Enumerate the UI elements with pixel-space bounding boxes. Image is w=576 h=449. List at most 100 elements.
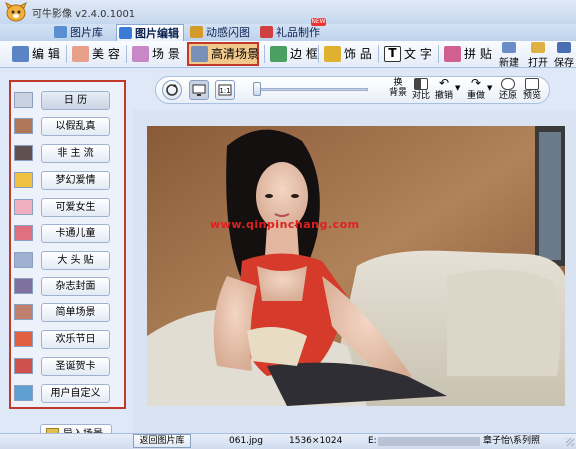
toolbar-beauty-button[interactable]: 美 容 [70, 43, 120, 65]
scene-item-non-mainstream: 非 主 流 [13, 143, 124, 163]
scene-button[interactable]: 梦幻爱情 [41, 171, 110, 190]
toolbar-edit-button[interactable]: 编 辑 [10, 43, 60, 65]
resize-grip-icon[interactable] [566, 438, 574, 446]
toolbar-scene-button[interactable]: 场 景 [130, 43, 180, 65]
scene-button[interactable]: 欢乐节日 [41, 330, 110, 349]
actual-size-button[interactable]: 1:1 [215, 80, 235, 100]
undo-dropdown-icon[interactable]: ▼ [455, 84, 460, 92]
tab-gift[interactable]: 礼品制作 [258, 24, 324, 41]
frame-icon [270, 46, 287, 62]
scene-item-photo-sticker: 大 头 贴 [13, 250, 124, 270]
scene-item-cute-girl: 可爱女生 [13, 197, 124, 217]
divider [66, 45, 67, 63]
redo-icon: ↷ [470, 76, 482, 90]
zoom-slider-track[interactable] [258, 88, 368, 91]
tab-label: 图片库 [70, 26, 103, 39]
redo-dropdown-icon[interactable]: ▼ [487, 84, 492, 92]
file-path-blurred [378, 437, 480, 446]
file-name: 061.jpg [229, 436, 263, 446]
toolbar-text-button[interactable]: T 文 字 [382, 43, 432, 65]
open-button[interactable]: 打开 [523, 42, 553, 69]
restore-button[interactable]: 还原 [497, 78, 519, 102]
rotate-button[interactable] [162, 80, 182, 100]
fit-screen-button[interactable] [189, 80, 209, 100]
action-label: 对比 [411, 91, 430, 101]
app-title: 可牛影像 v2.4.0.1001 [32, 9, 136, 20]
scene-button[interactable]: 用户自定义 [41, 384, 110, 403]
gift-icon [260, 26, 273, 38]
save-icon [557, 42, 571, 53]
holiday-thumbnail-icon [14, 331, 33, 347]
scene-button[interactable]: 大 头 贴 [41, 251, 110, 270]
decoration-icon [324, 46, 341, 62]
toolbar-hd-scene-button[interactable]: 高清场景 [187, 42, 259, 66]
scene-button[interactable]: 以假乱真 [41, 117, 110, 136]
scene-item-holiday: 欢乐节日 [13, 329, 124, 349]
tab-flash-image[interactable]: 动感闪图 [188, 24, 254, 41]
scene-button[interactable]: 简单场景 [41, 303, 110, 322]
toolbar-label: 拼 贴 [464, 47, 492, 61]
hd-scene-icon [191, 46, 208, 62]
action-label: 背景 [388, 88, 407, 98]
new-badge: NEW [311, 18, 326, 26]
divider [438, 45, 439, 63]
scene-button[interactable]: 圣诞贺卡 [41, 357, 110, 376]
scene-button[interactable]: 日 历 [41, 91, 110, 110]
toolbar-decoration-button[interactable]: 饰 品 [322, 43, 372, 65]
collage-icon [444, 46, 461, 62]
divider [318, 45, 319, 63]
toolbar-label: 场 景 [152, 47, 180, 61]
save-button[interactable]: 保存 [552, 42, 576, 69]
action-label: 换 [393, 78, 403, 88]
scene-item-cartoon-kids: 卡通儿童 [13, 223, 124, 243]
open-label: 打开 [528, 58, 548, 69]
tab-label: 图片编辑 [135, 27, 179, 40]
toolbar-frame-button[interactable]: 边 框 [268, 43, 318, 65]
save-label: 保存 [554, 58, 574, 69]
tab-image-edit[interactable]: 图片编辑 [116, 24, 184, 42]
non-mainstream-thumbnail-icon [14, 145, 33, 161]
action-label: 重做 [466, 91, 485, 101]
image-edit-icon [119, 27, 132, 39]
file-path-drive: E: [368, 436, 377, 446]
custom-thumbnail-icon [14, 385, 33, 401]
dream-love-thumbnail-icon [14, 172, 33, 188]
toolbar-label: 编 辑 [32, 47, 60, 61]
compare-button[interactable]: 对比 [410, 78, 432, 102]
preview-button[interactable]: 预览 [521, 78, 543, 102]
scene-button[interactable]: 杂志封面 [41, 277, 110, 296]
scene-button[interactable]: 非 主 流 [41, 144, 110, 163]
divider [378, 45, 379, 63]
image-library-icon [54, 26, 67, 38]
preview-icon [525, 78, 539, 90]
beauty-icon [72, 46, 89, 62]
scene-item-custom: 用户自定义 [13, 383, 124, 403]
redo-button[interactable]: ↷ 重做 [465, 76, 487, 102]
app-logo-icon [5, 2, 27, 22]
toolbar-label: 文 字 [404, 47, 432, 61]
toolbar-collage-button[interactable]: 拼 贴 [442, 43, 492, 65]
scene-button[interactable]: 可爱女生 [41, 198, 110, 217]
zoom-slider-handle[interactable] [253, 82, 261, 96]
tab-label: 礼品制作 [276, 26, 320, 39]
calendar-thumbnail-icon [14, 92, 33, 108]
new-button[interactable]: 新建 [494, 42, 524, 69]
divider [264, 45, 265, 63]
toolbar-label: 美 容 [92, 47, 120, 61]
toolbar-label: 高清场景 [211, 47, 260, 61]
watermark-text: www.qinpinchang.com [210, 218, 360, 231]
tab-image-library[interactable]: 图片库 [52, 24, 107, 41]
scene-button[interactable]: 卡通儿童 [41, 224, 110, 243]
fake-real-thumbnail-icon [14, 118, 33, 134]
change-background-button[interactable]: 换 背景 [387, 78, 409, 102]
scene-item-dream-love: 梦幻爱情 [13, 170, 124, 190]
edited-photo[interactable] [147, 126, 565, 406]
actual-size-icon: 1:1 [218, 84, 232, 96]
back-to-library-button[interactable]: 返回图片库 [133, 434, 191, 448]
simple-scene-thumbnail-icon [14, 304, 33, 320]
undo-button[interactable]: ↶ 撤销 [433, 77, 455, 102]
scene-item-christmas-card: 圣诞贺卡 [13, 356, 124, 376]
new-label: 新建 [499, 58, 519, 69]
scene-item-magazine-cover: 杂志封面 [13, 276, 124, 296]
toolbar-label: 边 框 [290, 47, 318, 61]
